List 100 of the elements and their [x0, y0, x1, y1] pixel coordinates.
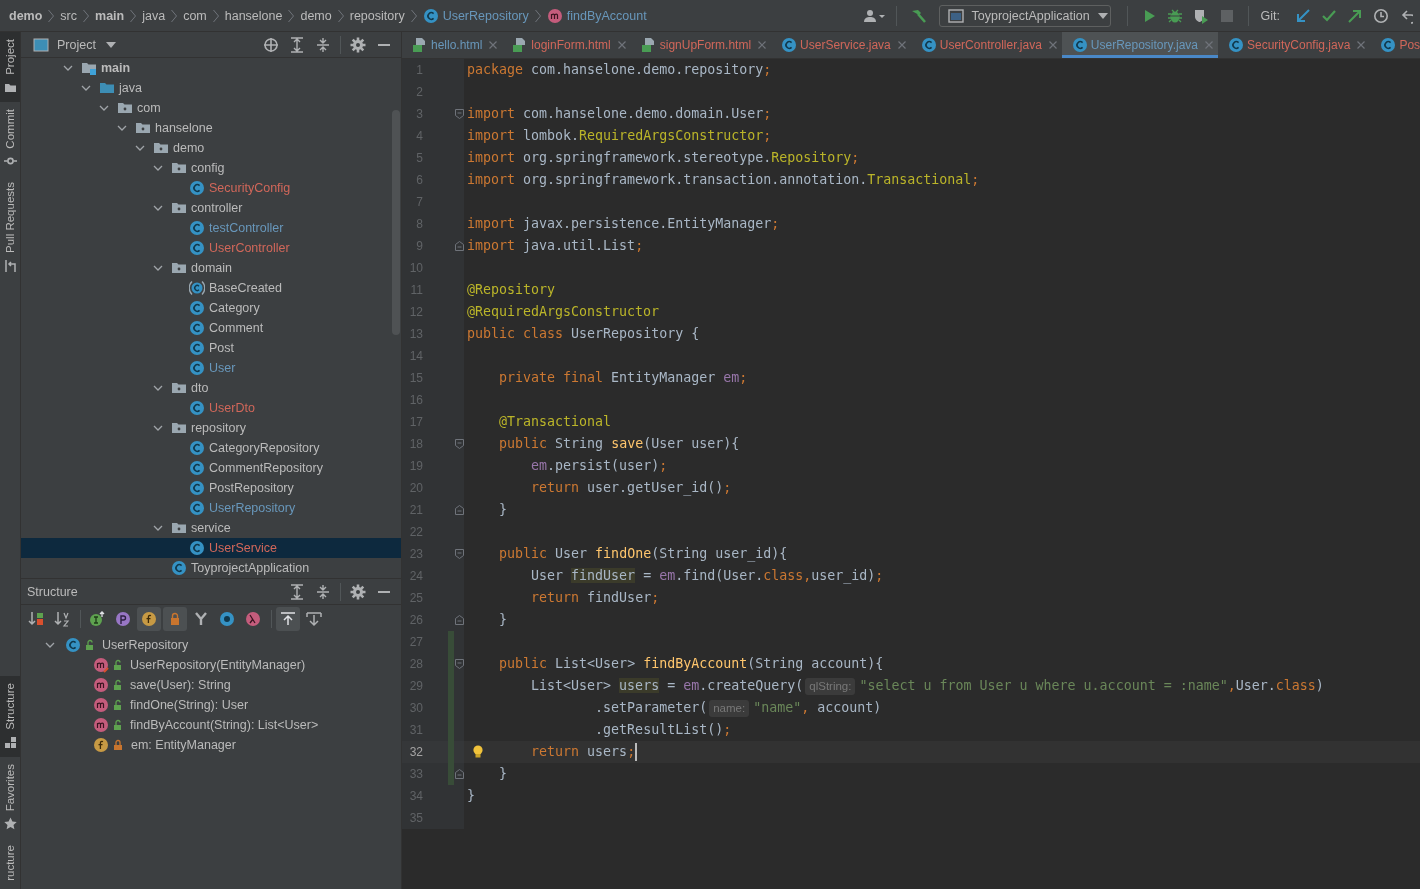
- code-text: "name", account): [753, 699, 882, 717]
- tree-item[interactable]: Comment: [21, 318, 401, 338]
- editor-tab[interactable]: UserController.java: [910, 32, 1062, 58]
- editor-tab[interactable]: Pos: [1370, 32, 1420, 58]
- run-configuration-dropdown[interactable]: ToyprojectApplication: [938, 4, 1111, 27]
- tree-item[interactable]: service: [21, 518, 401, 538]
- editor-tab[interactable]: hello.html: [402, 32, 503, 58]
- tree-item[interactable]: BaseCreated: [21, 278, 401, 298]
- chevron-down-icon: [81, 84, 91, 92]
- class-icon: [189, 400, 205, 416]
- stop-icon: [1218, 7, 1235, 24]
- tree-item[interactable]: UserService: [21, 538, 401, 558]
- scrollbar[interactable]: [392, 110, 400, 335]
- tree-item[interactable]: hanselone: [21, 118, 401, 138]
- caret-icon: [105, 41, 116, 48]
- editor-tab[interactable]: signUpForm.html: [630, 32, 772, 58]
- breadcrumb[interactable]: com: [183, 8, 207, 23]
- tool-window-button[interactable]: Project: [0, 32, 20, 102]
- close-icon: [758, 41, 767, 49]
- code-text: .setParameter(: [595, 699, 708, 717]
- editor-tab[interactable]: loginForm.html: [502, 32, 631, 58]
- tree-item[interactable]: CommentRepository: [21, 458, 401, 478]
- scroll-to-source-toggle[interactable]: [276, 607, 300, 631]
- tree-item[interactable]: CategoryRepository: [21, 438, 401, 458]
- tree-item[interactable]: findByAccount(String): List<User>: [21, 715, 401, 735]
- chevron-down-icon: [135, 144, 145, 152]
- field-toggle[interactable]: [137, 607, 161, 631]
- tree-item[interactable]: com: [21, 98, 401, 118]
- tree-item[interactable]: User: [21, 358, 401, 378]
- class-icon: [189, 480, 205, 496]
- lock-toggle[interactable]: [163, 607, 187, 631]
- tree-item[interactable]: UserRepository: [21, 635, 401, 655]
- tool-window-button[interactable]: ructure: [0, 838, 20, 889]
- breadcrumb[interactable]: repository: [349, 8, 405, 23]
- breadcrumb[interactable]: java: [142, 8, 166, 23]
- method-icon: [93, 697, 109, 713]
- collapse-all-icon: [316, 583, 330, 600]
- circle-icon: [219, 611, 235, 627]
- tree-item[interactable]: UserDto: [21, 398, 401, 418]
- arrow-up-right-icon: [1347, 7, 1363, 24]
- tree-item[interactable]: UserRepository: [21, 498, 401, 518]
- window-icon: [947, 8, 964, 23]
- tree-item[interactable]: save(User): String: [21, 675, 401, 695]
- tree-item[interactable]: domain: [21, 258, 401, 278]
- tree-item[interactable]: config: [21, 158, 401, 178]
- code-text: import javax.persistence.EntityManager;: [467, 215, 780, 233]
- code-text: return user.getUser_id();: [531, 479, 732, 498]
- tree-item[interactable]: testController: [21, 218, 401, 238]
- chevron-icon: [336, 7, 345, 24]
- breadcrumb[interactable]: demo: [9, 8, 43, 23]
- shield-icon: [1192, 7, 1209, 24]
- editor-tab[interactable]: UserService.java: [771, 32, 911, 58]
- tree-item[interactable]: demo: [21, 138, 401, 158]
- breadcrumb[interactable]: hanselone: [224, 8, 283, 23]
- tree-item[interactable]: UserRepository(EntityManager): [21, 655, 401, 675]
- code-text: import lombok.RequiredArgsConstructor;: [467, 127, 772, 145]
- close-icon: [489, 41, 498, 49]
- chevron-icon: [47, 7, 56, 24]
- class-icon: [189, 440, 205, 456]
- class-icon: [189, 360, 205, 376]
- pull-request-icon: [3, 259, 17, 273]
- tool-window-button[interactable]: Commit: [0, 101, 20, 176]
- git-label: Git:: [1260, 8, 1280, 23]
- breadcrumb[interactable]: src: [60, 8, 77, 23]
- breadcrumb[interactable]: demo: [300, 8, 332, 23]
- chevron-down-icon: [117, 124, 127, 132]
- code-text: }: [499, 611, 508, 629]
- tree-item[interactable]: Category: [21, 298, 401, 318]
- tree-item[interactable]: em: EntityManager: [21, 735, 401, 755]
- method-icon: [93, 677, 109, 693]
- editor-tab[interactable]: SecurityConfig.java: [1218, 32, 1371, 58]
- tree-item[interactable]: java: [21, 78, 401, 98]
- tree-item[interactable]: main: [21, 58, 401, 78]
- arrow-down-left-icon: [1295, 7, 1311, 24]
- breadcrumb[interactable]: main: [95, 8, 125, 23]
- tool-window-button[interactable]: Favorites: [0, 756, 20, 839]
- tree-item[interactable]: SecurityConfig: [21, 178, 401, 198]
- tree-item[interactable]: UserController: [21, 238, 401, 258]
- tree-item[interactable]: PostRepository: [21, 478, 401, 498]
- tool-window-button[interactable]: Structure: [0, 676, 20, 757]
- breadcrumb[interactable]: UserRepository: [422, 7, 529, 24]
- tree-item[interactable]: repository: [21, 418, 401, 438]
- view-selector-dropdown[interactable]: Project: [27, 37, 116, 52]
- tree-item[interactable]: controller: [21, 198, 401, 218]
- tree-item[interactable]: ToyprojectApplication: [21, 558, 401, 578]
- user-icon: [862, 7, 887, 24]
- chevron-down-icon: [99, 104, 109, 112]
- folder-icon: [171, 160, 187, 176]
- breadcrumb[interactable]: findByAccount: [546, 7, 647, 24]
- tree-item[interactable]: dto: [21, 378, 401, 398]
- lightbulb-icon: [472, 745, 484, 759]
- minimize-icon: [378, 590, 390, 593]
- tree-item[interactable]: findOne(String): User: [21, 695, 401, 715]
- code-text: import org.springframework.stereotype.Repository;: [467, 149, 860, 167]
- lambda-icon: [245, 611, 261, 627]
- tree-item[interactable]: Post: [21, 338, 401, 358]
- close-icon: [1048, 41, 1057, 49]
- class-icon: [171, 560, 187, 576]
- tool-window-button[interactable]: Pull Requests: [0, 175, 20, 281]
- chevron-icon: [211, 7, 220, 24]
